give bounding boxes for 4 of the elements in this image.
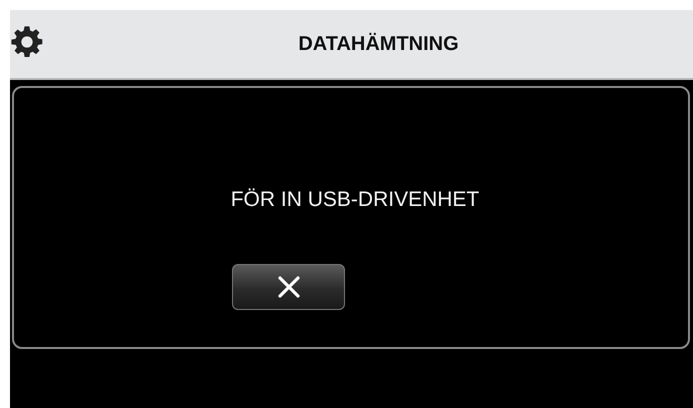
close-icon: [276, 275, 300, 299]
screen-title: DATAHÄMTNING: [297, 32, 460, 56]
dialog-message: FÖR IN USB-DRIVENHET: [230, 188, 480, 212]
close-button[interactable]: [232, 264, 345, 310]
